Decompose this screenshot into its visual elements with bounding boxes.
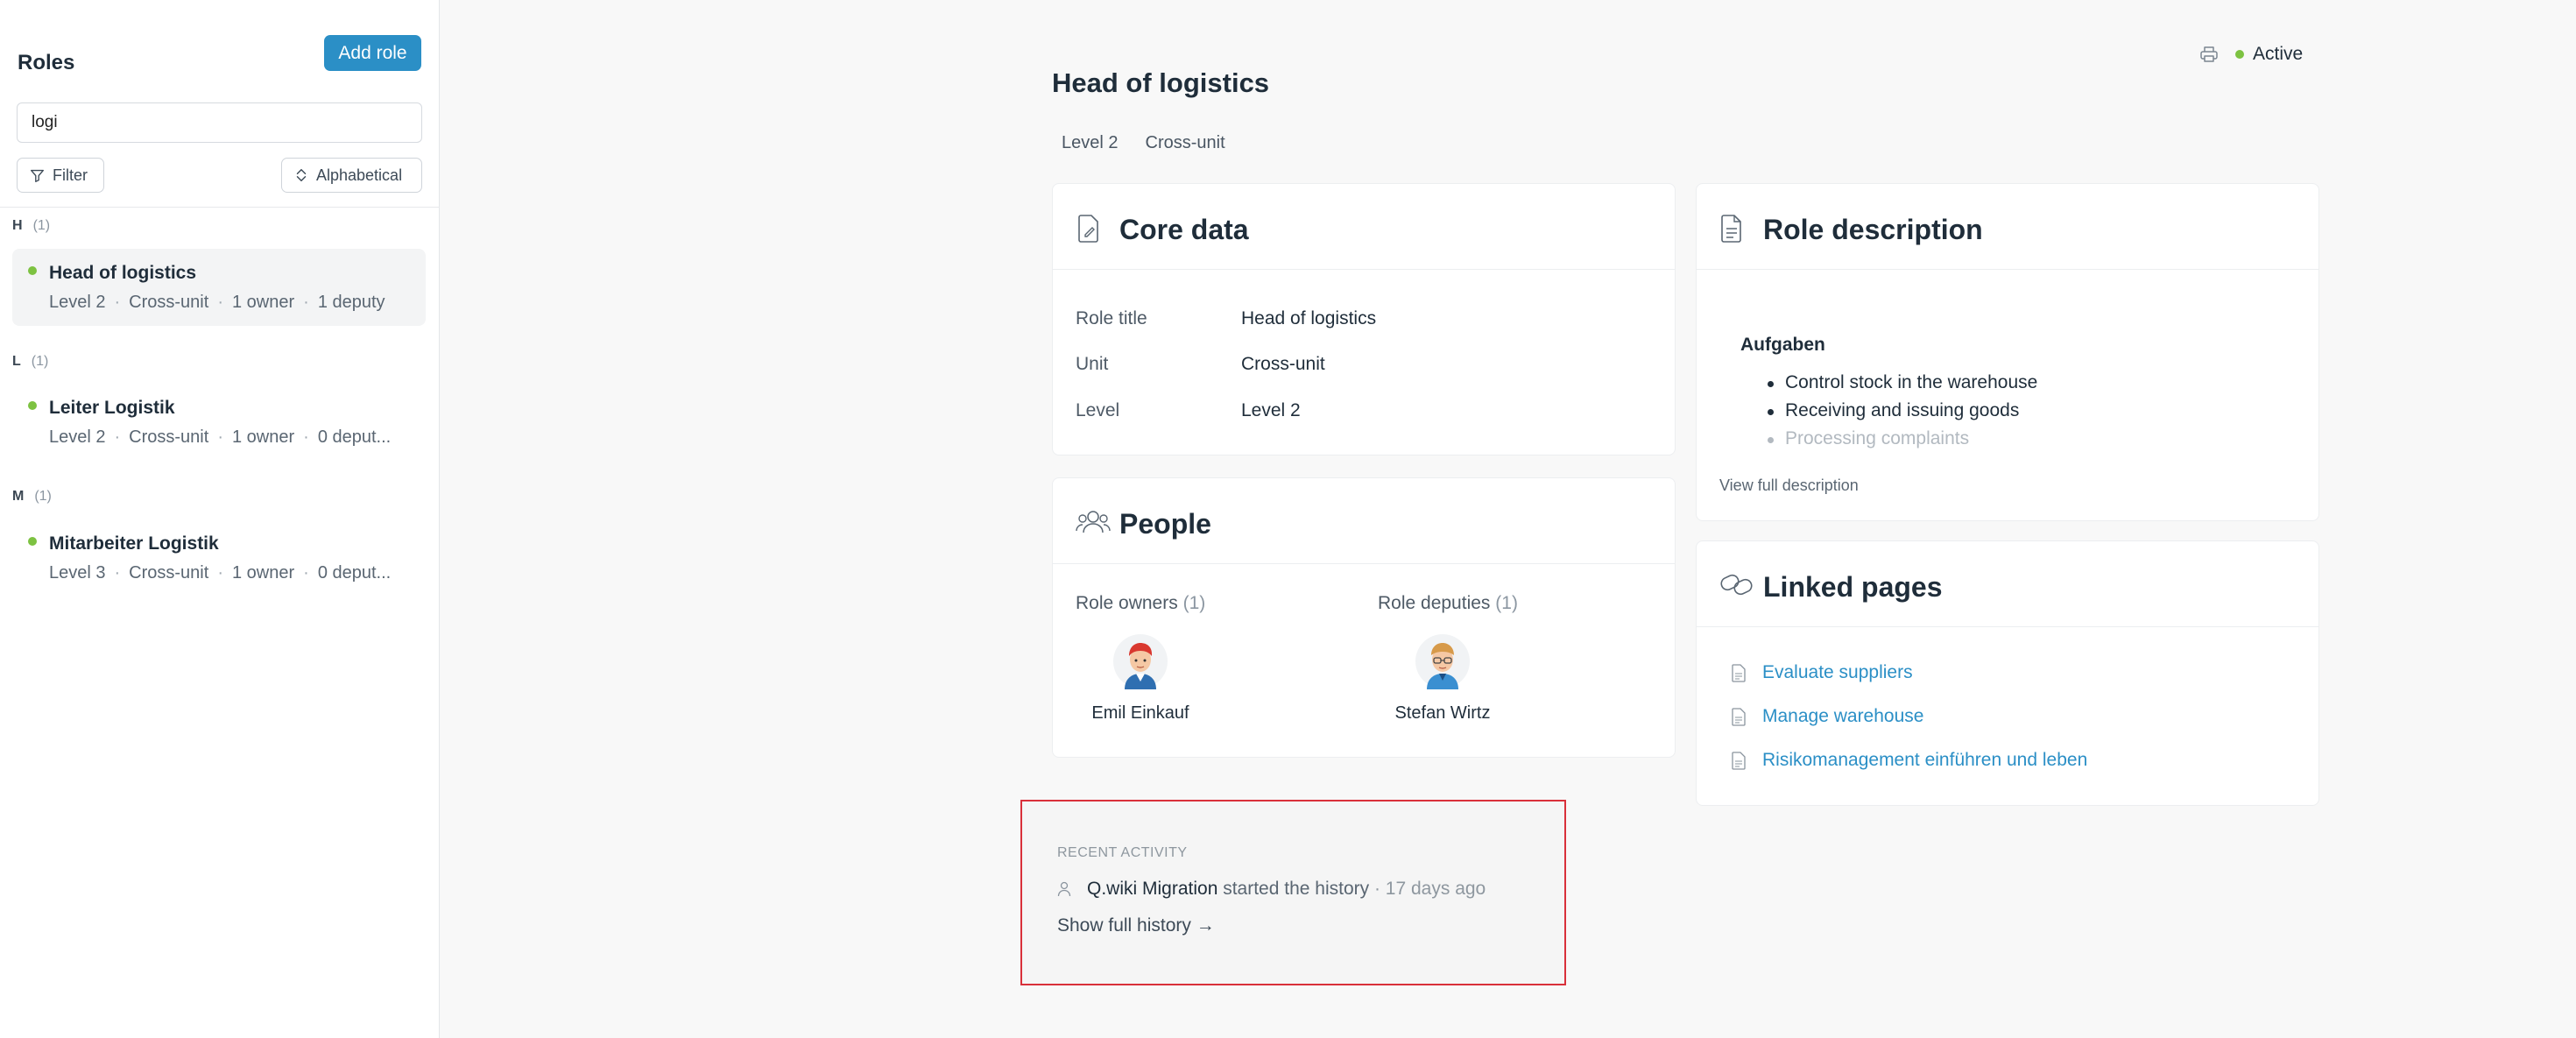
link-icon: [1720, 574, 1753, 596]
status-area: Active: [2198, 44, 2303, 65]
page-icon: [1732, 707, 1746, 726]
sort-label: Alphabetical: [316, 166, 403, 184]
linked-pages-card: Linked pages Evaluate suppliers Manage w…: [1696, 540, 2319, 806]
print-icon[interactable]: [2198, 44, 2220, 65]
page-icon: [1732, 751, 1746, 770]
sort-icon: [296, 168, 307, 182]
task-item: Control stock in the warehouse: [1767, 372, 2037, 400]
owner-name[interactable]: Emil Einkauf: [1066, 703, 1215, 724]
linked-page-link[interactable]: Manage warehouse: [1732, 706, 1923, 727]
role-meta: Level 3 · Cross-unit · 1 owner · 0 deput...: [49, 563, 392, 583]
roles-sidebar: Roles Add role Filter Alphabetical H(1) …: [0, 0, 440, 1038]
role-tags: Level 2 Cross-unit: [1062, 133, 1225, 153]
role-meta: Level 2 · Cross-unit · 1 owner · 1 deputy: [49, 293, 385, 312]
kv-value-role-title: Head of logistics: [1241, 308, 1377, 328]
description-heading: Aufgaben: [1740, 335, 1825, 355]
owner-avatar[interactable]: [1112, 633, 1168, 689]
kv-value-level: Level 2: [1241, 400, 1301, 420]
activity-entry: Q.wiki Migration started the history · 1…: [1057, 879, 1486, 900]
role-name: Mitarbeiter Logistik: [49, 533, 219, 554]
task-item: Processing complaints: [1767, 428, 2037, 456]
unit-tag: Cross-unit: [1145, 133, 1225, 152]
task-list: Control stock in the warehouse Receiving…: [1767, 372, 2037, 456]
activity-action: started the history: [1223, 879, 1370, 899]
kv-label-level: Level: [1076, 400, 1120, 420]
role-description-title: Role description: [1763, 214, 1983, 245]
group-header-h: H (1): [12, 218, 51, 233]
role-search-input[interactable]: [17, 102, 422, 143]
page-icon: [1732, 663, 1746, 682]
add-role-button[interactable]: Add role: [324, 35, 421, 71]
role-list-item[interactable]: Head of logistics Level 2 · Cross-unit · 1 o…: [12, 249, 426, 326]
role-list-item[interactable]: Mitarbeiter Logistik Level 3 · Cross-unit ·…: [12, 519, 426, 597]
sidebar-title: Roles: [18, 51, 75, 74]
linked-pages-title: Linked pages: [1763, 571, 1943, 603]
people-card: People Role owners (1) Role deputies (1)…: [1052, 477, 1676, 758]
recent-activity-title: RECENT ACTIVITY: [1057, 845, 1188, 860]
role-name: Head of logistics: [49, 263, 197, 283]
people-title: People: [1119, 508, 1211, 540]
kv-label-role-title: Role title: [1076, 308, 1147, 328]
deputy-name[interactable]: Stefan Wirtz: [1368, 703, 1517, 724]
kv-label-unit: Unit: [1076, 354, 1109, 374]
core-data-header: Core data: [1053, 184, 1675, 270]
core-data-card: Core data Role title Head of logistics U…: [1052, 183, 1676, 455]
core-data-title: Core data: [1119, 214, 1249, 245]
document-icon: [1721, 215, 1741, 243]
document-edit-icon: [1078, 215, 1098, 243]
role-owners-label: Role owners (1): [1076, 593, 1206, 613]
role-name: Leiter Logistik: [49, 398, 175, 418]
role-description-header: Role description: [1697, 184, 2318, 270]
user-icon: [1057, 881, 1071, 897]
role-meta: Level 2 · Cross-unit · 1 owner · 0 deput...: [49, 427, 392, 447]
recent-activity-panel: RECENT ACTIVITY Q.wiki Migration started…: [1020, 800, 1566, 985]
kv-value-unit: Cross-unit: [1241, 354, 1325, 374]
role-list-item[interactable]: Leiter Logistik Level 2 · Cross-unit · 1 own…: [12, 384, 426, 461]
linked-pages-header: Linked pages: [1697, 541, 2318, 627]
task-item: Receiving and issuing goods: [1767, 400, 2037, 428]
view-full-description-link[interactable]: View full description: [1719, 477, 1859, 495]
sort-button[interactable]: Alphabetical: [281, 158, 422, 193]
deputy-avatar[interactable]: [1415, 633, 1471, 689]
role-deputies-label: Role deputies (1): [1378, 593, 1518, 613]
activity-time: · 17 days ago: [1373, 879, 1486, 899]
users-icon: [1076, 511, 1111, 533]
level-tag: Level 2: [1062, 133, 1119, 152]
active-status-dot: [2235, 50, 2244, 59]
group-header-l: L (1): [12, 354, 49, 369]
people-header: People: [1053, 478, 1675, 564]
filter-label: Filter: [53, 166, 88, 184]
group-header-m: M (1): [12, 489, 52, 504]
role-description-card: Role description Aufgaben Control stock …: [1696, 183, 2319, 521]
show-full-history-link[interactable]: Show full history →: [1057, 915, 1215, 936]
active-status-dot: [28, 537, 37, 546]
activity-actor[interactable]: Q.wiki Migration: [1087, 879, 1217, 899]
page-title: Head of logistics: [1052, 67, 1270, 98]
sidebar-divider: [0, 207, 440, 208]
active-status-dot: [28, 401, 37, 410]
linked-page-link[interactable]: Evaluate suppliers: [1732, 662, 1913, 683]
filter-icon: [31, 169, 44, 182]
linked-page-link[interactable]: Risikomanagement einführen und leben: [1732, 750, 2087, 771]
filter-button[interactable]: Filter: [17, 158, 104, 193]
active-status-dot: [28, 266, 37, 275]
status-badge: Active: [2253, 44, 2304, 64]
